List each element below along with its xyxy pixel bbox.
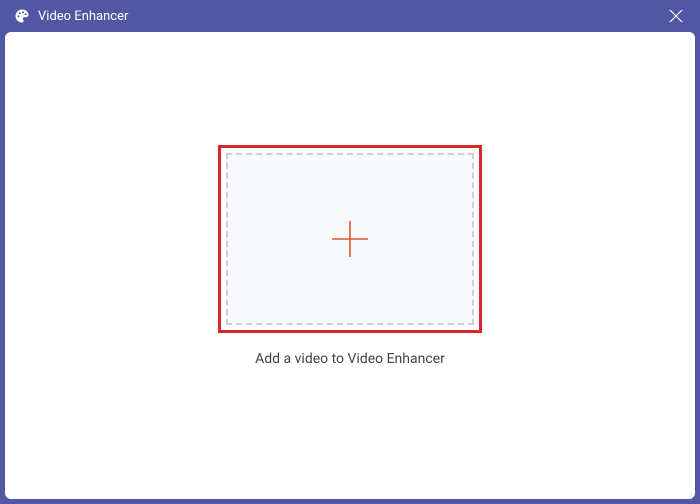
dropzone-inner bbox=[226, 153, 474, 325]
plus-icon bbox=[327, 216, 373, 262]
titlebar-left: Video Enhancer bbox=[14, 8, 128, 24]
content-panel: Add a video to Video Enhancer bbox=[5, 32, 695, 499]
app-title: Video Enhancer bbox=[38, 9, 128, 24]
close-icon[interactable] bbox=[666, 6, 686, 26]
dropzone-wrap: Add a video to Video Enhancer bbox=[218, 145, 482, 367]
app-window: Video Enhancer Add a vide bbox=[0, 0, 700, 504]
add-video-dropzone[interactable] bbox=[218, 145, 482, 333]
instruction-text: Add a video to Video Enhancer bbox=[255, 351, 445, 367]
titlebar: Video Enhancer bbox=[0, 0, 700, 32]
palette-icon bbox=[14, 8, 30, 24]
